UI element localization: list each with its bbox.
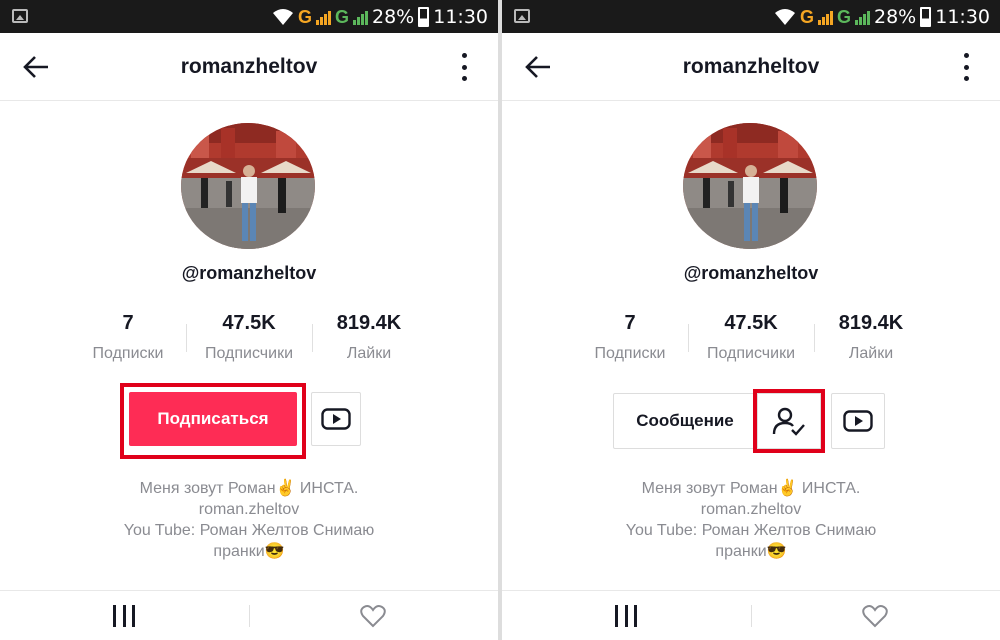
stat-label: Подписчики [204,345,293,362]
more-options-icon[interactable] [462,53,468,81]
gallery-notification-icon [514,9,530,23]
screen-before-follow: G G 28% 11:30 romanzheltov @romanzheltov… [0,0,498,640]
stat-value: 47.5K [724,312,778,334]
tab-divider [249,605,250,627]
battery-icon [920,7,932,27]
network-type-label-2: G [836,7,851,27]
stat-likes[interactable]: 819.4K Лайки [324,312,414,363]
content-tabs [502,590,1000,640]
stat-value: 819.4K [336,312,402,334]
youtube-button[interactable] [831,393,885,449]
battery-percent: 28% [874,6,917,28]
signal-icon-2 [855,9,870,25]
avatar [181,123,315,249]
youtube-icon [843,410,873,432]
tab-divider [751,605,752,627]
stat-value: 819.4K [838,312,904,334]
profile-stats: 7 Подписки 47.5K Подписчики 819.4K Лайки [580,312,930,368]
stat-following[interactable]: 7 Подписки [86,312,170,363]
stat-divider [186,324,187,352]
wifi-icon [272,9,293,25]
stat-followers[interactable]: 47.5K Подписчики [194,312,304,363]
status-bar: G G 28% 11:30 [502,0,1000,33]
videos-tab-grid-icon[interactable] [113,605,135,627]
battery-percent: 28% [372,6,415,28]
content-tabs [0,590,498,640]
wifi-icon [774,9,795,25]
clock: 11:30 [935,6,990,28]
profile-bio: Меня зовут Роман✌️ ИНСТА. roman.zheltov … [502,478,1000,562]
stat-value: 47.5K [222,312,276,334]
more-options-icon[interactable] [964,53,970,81]
profile-header: romanzheltov [0,33,498,101]
bio-link[interactable]: roman.zheltov [502,499,1000,520]
stat-following[interactable]: 7 Подписки [588,312,672,363]
bio-line: You Tube: Роман Желтов Снимаю [123,522,375,539]
profile-stats: 7 Подписки 47.5K Подписчики 819.4K Лайки [78,312,428,368]
bio-line: Меня зовут Роман✌️ ИНСТА. [139,480,359,497]
highlight-box [753,389,825,453]
stat-label: Лайки [848,345,894,362]
username-handle: @romanzheltov [683,263,819,283]
stat-label: Подписчики [706,345,795,362]
liked-tab-heart-icon[interactable] [862,604,888,628]
stat-likes[interactable]: 819.4K Лайки [826,312,916,363]
screen-after-follow: G G 28% 11:30 romanzheltov @romanzheltov… [502,0,1000,640]
bio-line: Меня зовут Роман✌️ ИНСТА. [641,480,861,497]
liked-tab-heart-icon[interactable] [360,604,386,628]
stat-divider [814,324,815,352]
network-type-label-2: G [334,7,349,27]
stat-label: Лайки [346,345,392,362]
stat-divider [688,324,689,352]
status-bar: G G 28% 11:30 [0,0,498,33]
network-type-label: G [799,7,814,27]
profile-bio: Меня зовут Роман✌️ ИНСТА. roman.zheltov … [0,478,498,562]
bio-line: You Tube: Роман Желтов Снимаю [625,522,877,539]
videos-tab-grid-icon[interactable] [615,605,637,627]
bio-line: пранки😎 [213,543,285,560]
bio-link[interactable]: roman.zheltov [0,499,498,520]
youtube-button[interactable] [311,392,361,446]
signal-icon [315,9,331,25]
page-title: romanzheltov [180,55,318,78]
follow-button[interactable]: Подписаться [129,392,297,446]
profile-header: romanzheltov [502,33,1000,101]
signal-icon-2 [353,9,368,25]
youtube-icon [321,408,351,430]
stat-label: Подписки [92,345,164,362]
stat-divider [312,324,313,352]
battery-icon [418,7,430,27]
message-button[interactable]: Сообщение [613,393,757,449]
stat-followers[interactable]: 47.5K Подписчики [696,312,806,363]
bio-line: пранки😎 [715,543,787,560]
clock: 11:30 [433,6,488,28]
avatar [683,123,817,249]
network-type-label: G [297,7,312,27]
stat-label: Подписки [594,345,666,362]
username-handle: @romanzheltov [181,263,317,283]
gallery-notification-icon [12,9,28,23]
signal-icon [817,9,833,25]
stat-value: 7 [624,312,636,334]
page-title: romanzheltov [682,55,820,78]
stat-value: 7 [122,312,134,334]
